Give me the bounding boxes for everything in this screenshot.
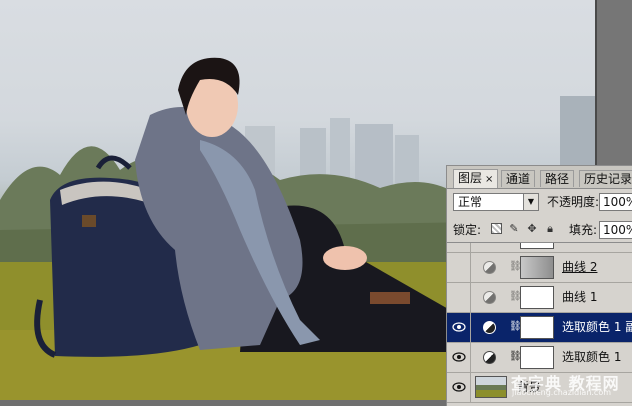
panel-tabs: 图层 × 通道 路径 历史记录	[447, 166, 632, 189]
tab-history-label: 历史记录	[584, 172, 632, 186]
layer-name[interactable]: 选取颜色 1 副本	[562, 320, 632, 335]
layer-thumbnail[interactable]	[475, 376, 507, 398]
layer-mask-thumbnail[interactable]	[520, 286, 554, 309]
visibility-toggle[interactable]	[447, 373, 471, 402]
tab-layers-label: 图层	[458, 171, 483, 185]
opacity-input[interactable]: 100%	[599, 193, 632, 211]
lock-label: 锁定:	[453, 223, 482, 237]
eye-icon	[452, 382, 466, 392]
layer-mask-thumbnail[interactable]	[520, 256, 554, 279]
lock-transparency-icon[interactable]	[491, 223, 502, 234]
layer-name[interactable]: 曲线 2	[562, 260, 597, 275]
fill-input[interactable]: 100%	[599, 221, 632, 239]
lock-move-icon[interactable]: ✥	[526, 223, 538, 235]
layer-mask-thumbnail[interactable]	[520, 346, 554, 369]
lock-options: ✎ ✥ 🔒︎	[491, 223, 556, 237]
watermark-url: jiaocheng.chazidian.com	[512, 388, 612, 397]
adjustment-layer-icon	[483, 261, 496, 274]
blend-mode-value: 正常	[458, 195, 483, 209]
adjustment-layer-icon	[483, 351, 496, 364]
visibility-toggle[interactable]	[447, 313, 471, 342]
layer-row[interactable]: ⛓ 选取颜色 1	[447, 343, 632, 373]
layer-name[interactable]: 选取颜色 1	[562, 350, 621, 365]
tab-channels[interactable]: 通道	[501, 170, 536, 187]
opacity-label: 不透明度:	[547, 195, 600, 209]
chain-link-icon[interactable]: ⛓	[509, 261, 522, 273]
visibility-toggle[interactable]	[447, 283, 471, 312]
adjustment-layer-icon	[483, 291, 496, 304]
layer-row-hidden[interactable]	[447, 243, 632, 253]
tab-layers[interactable]: 图层 ×	[453, 169, 499, 188]
adjustment-layer-icon	[483, 321, 496, 334]
fill-label: 填充:	[569, 223, 598, 237]
tab-close-icon[interactable]: ×	[485, 174, 493, 185]
lock-all-icon[interactable]: 🔒︎	[544, 223, 556, 235]
visibility-toggle[interactable]	[447, 243, 471, 252]
layer-name[interactable]: 曲线 1	[562, 290, 597, 305]
visibility-toggle[interactable]	[447, 343, 471, 372]
tab-paths[interactable]: 路径	[540, 170, 575, 187]
layer-mask-thumbnail[interactable]	[520, 243, 554, 249]
blend-mode-select[interactable]: 正常 ▼	[453, 193, 539, 211]
chevron-down-icon[interactable]: ▼	[523, 194, 538, 210]
visibility-toggle[interactable]	[447, 253, 471, 282]
eye-icon	[452, 352, 466, 362]
tab-channels-label: 通道	[506, 172, 531, 186]
layer-row[interactable]: ⛓ 曲线 2	[447, 253, 632, 283]
chain-link-icon[interactable]: ⛓	[509, 321, 522, 333]
tab-paths-label: 路径	[545, 172, 570, 186]
eye-icon	[452, 322, 466, 332]
chain-link-icon[interactable]: ⛓	[509, 351, 522, 363]
lock-brush-icon[interactable]: ✎	[508, 223, 520, 235]
tab-history[interactable]: 历史记录	[579, 170, 632, 187]
layer-row-selected[interactable]: ⛓ 选取颜色 1 副本	[447, 313, 632, 343]
chain-link-icon[interactable]: ⛓	[509, 291, 522, 303]
layer-mask-thumbnail[interactable]	[520, 316, 554, 339]
layer-row[interactable]: ⛓ 曲线 1	[447, 283, 632, 313]
